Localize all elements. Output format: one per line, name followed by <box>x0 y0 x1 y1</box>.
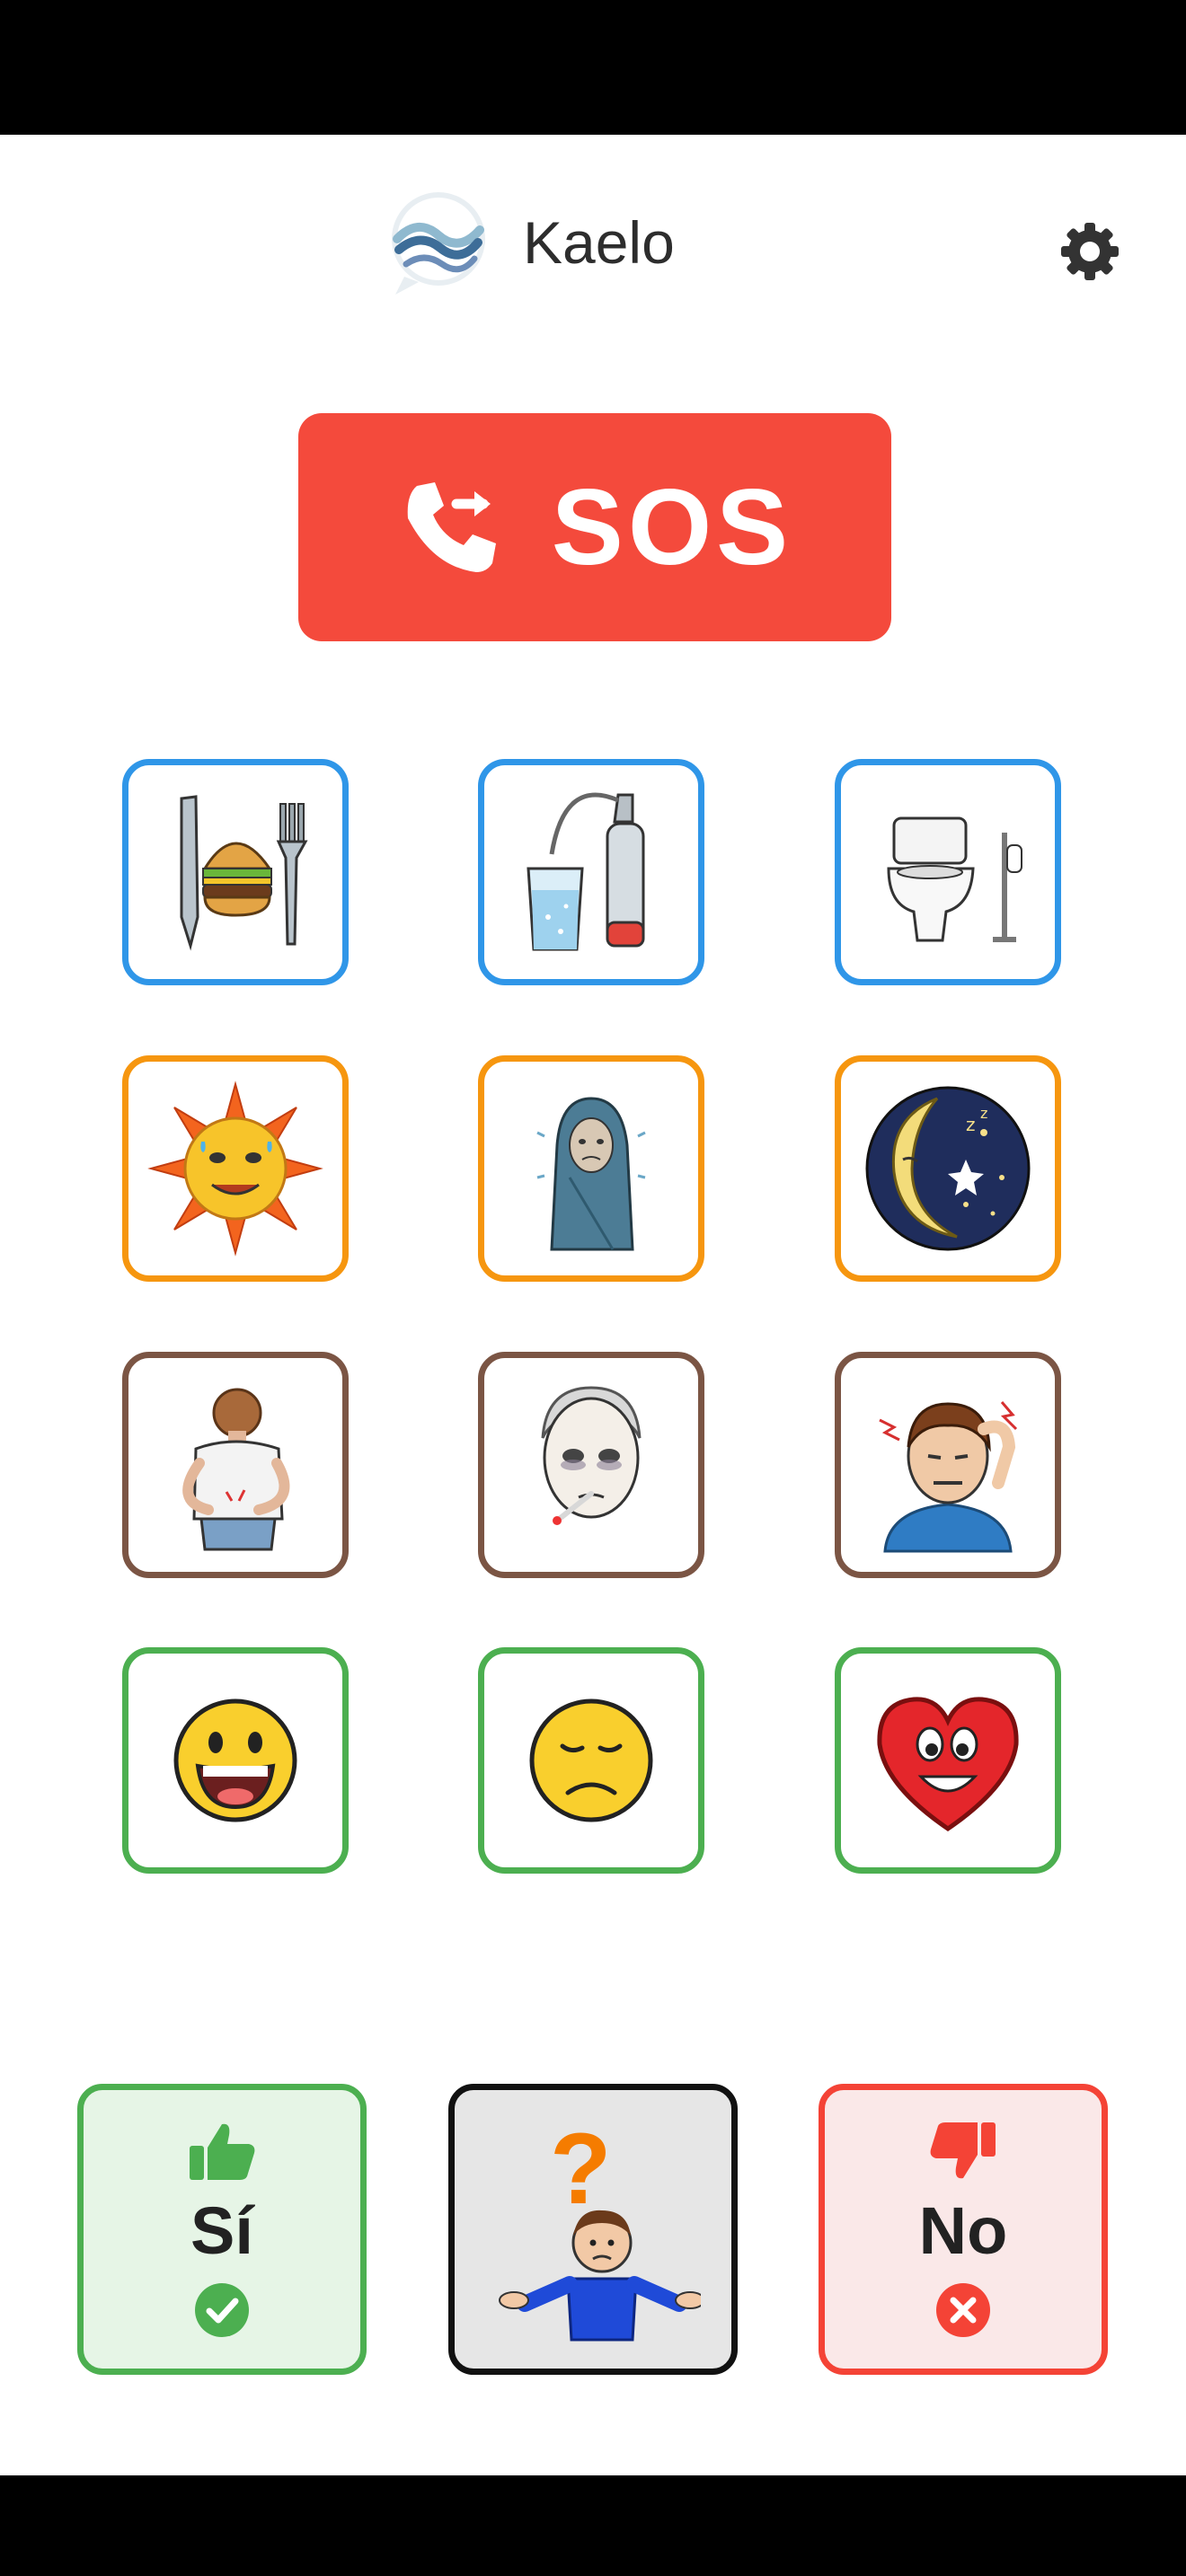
svg-text:?: ? <box>550 2117 611 2225</box>
thumbs-down-icon <box>930 2122 996 2178</box>
top-black-bar <box>0 0 1186 135</box>
yes-label: Sí <box>190 2192 253 2268</box>
phone-forward-icon <box>407 482 496 572</box>
sleep-moon-icon: z z <box>865 1086 1031 1251</box>
water-icon <box>527 792 645 951</box>
unknown-button[interactable]: ? <box>448 2084 738 2375</box>
food-icon <box>180 795 308 951</box>
gear-icon[interactable] <box>1058 220 1121 283</box>
love-heart-icon <box>877 1697 1019 1832</box>
sos-label: SOS <box>551 467 793 587</box>
svg-text:z: z <box>980 1105 987 1122</box>
happy-face-icon <box>173 1698 297 1822</box>
kaelo-logo <box>392 192 485 295</box>
back-pain-icon <box>182 1388 290 1551</box>
question-person-icon: ? <box>499 2117 701 2342</box>
headache-icon <box>879 1401 1018 1553</box>
hot-sun-icon <box>147 1081 323 1257</box>
tile-sleep[interactable]: z z <box>835 1055 1061 1282</box>
tile-fever[interactable] <box>478 1352 704 1578</box>
tile-love[interactable] <box>835 1647 1061 1874</box>
sos-button[interactable]: SOS <box>298 413 891 641</box>
no-label: No <box>918 2192 1008 2268</box>
tile-happy[interactable] <box>122 1647 349 1874</box>
check-circle-icon <box>195 2282 249 2337</box>
toilet-icon <box>887 816 1022 942</box>
tile-food[interactable] <box>122 759 349 985</box>
tile-water[interactable] <box>478 759 704 985</box>
x-circle-icon <box>936 2282 990 2337</box>
bottom-black-bar <box>0 2475 1186 2576</box>
tile-back-pain[interactable] <box>122 1352 349 1578</box>
tile-toilet[interactable] <box>835 759 1061 985</box>
app-header: Kaelo <box>0 135 1186 359</box>
thumbs-up-icon <box>190 2123 255 2180</box>
tile-cold[interactable] <box>478 1055 704 1282</box>
svg-text:z: z <box>966 1114 976 1135</box>
yes-button[interactable]: Sí <box>77 2084 367 2375</box>
tile-hot[interactable] <box>122 1055 349 1282</box>
app-title: Kaelo <box>523 209 675 276</box>
no-button[interactable]: No <box>819 2084 1108 2375</box>
tile-sad[interactable] <box>478 1647 704 1874</box>
tile-headache[interactable] <box>835 1352 1061 1578</box>
fever-icon <box>541 1386 642 1525</box>
cold-blanket-icon <box>536 1097 646 1251</box>
sad-face-icon <box>529 1698 653 1822</box>
